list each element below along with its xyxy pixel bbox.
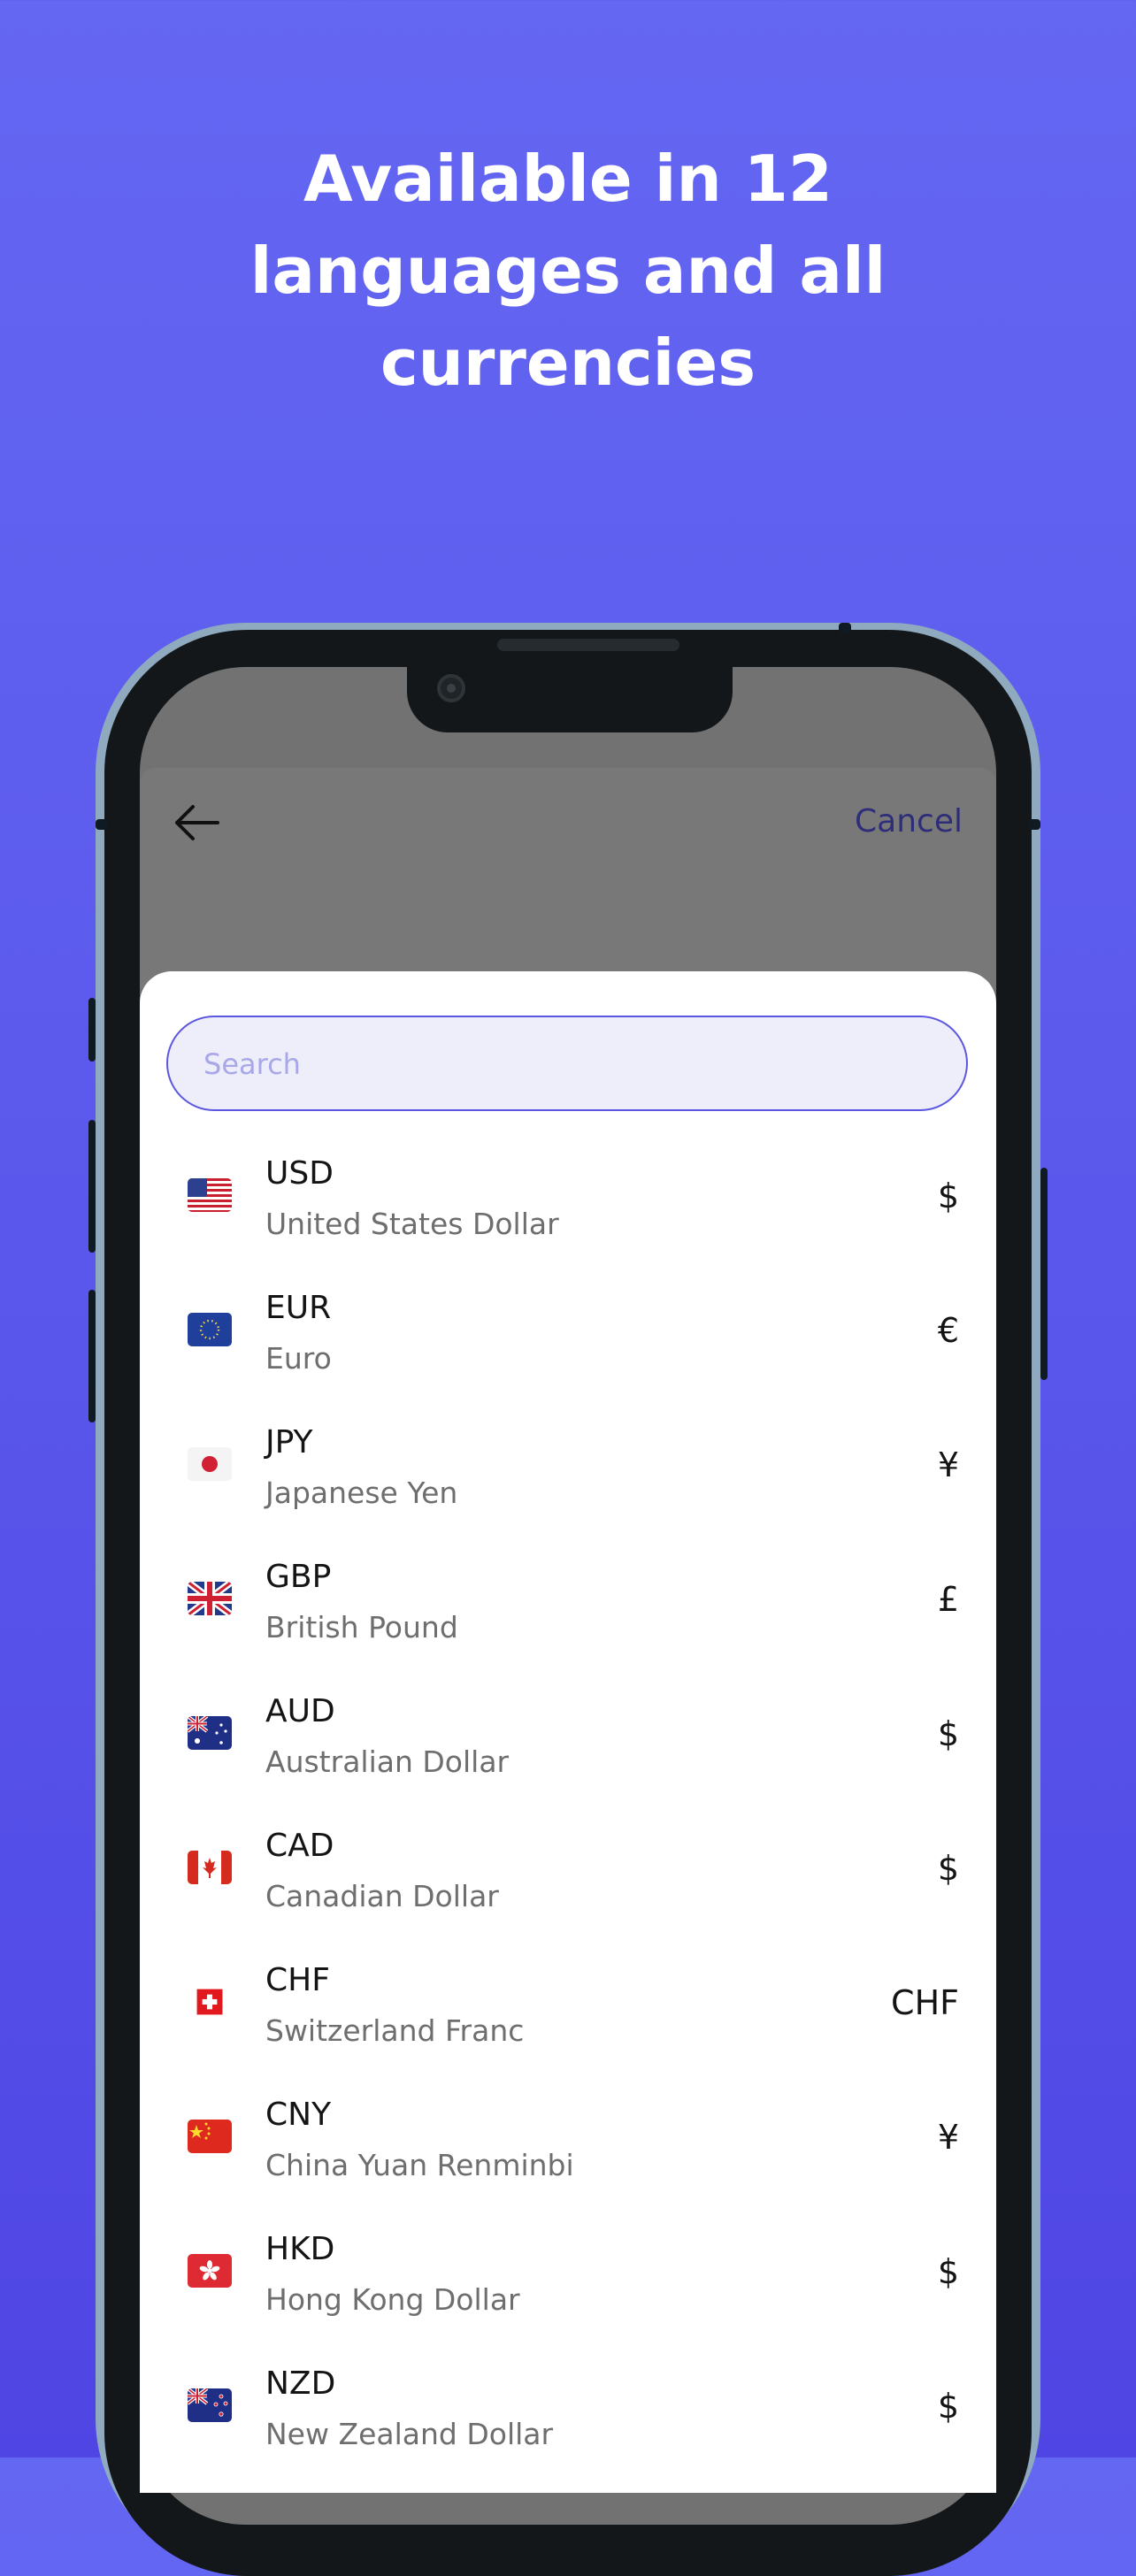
au-flag-icon (188, 1716, 232, 1750)
currency-symbol: $ (937, 2387, 959, 2426)
currency-row-aud[interactable]: AUD Australian Dollar $ (166, 1674, 968, 1808)
modal-header (140, 768, 996, 989)
currency-row-hkd[interactable]: HKD Hong Kong Dollar $ (166, 2212, 968, 2346)
currency-symbol: CHF (891, 1983, 959, 2022)
currency-code: GBP (265, 1559, 332, 1595)
currency-symbol: ¥ (937, 1445, 959, 1484)
currency-name: Switzerland Franc (265, 2013, 525, 2048)
hk-flag-icon (188, 2254, 232, 2288)
currency-symbol: $ (937, 1849, 959, 1888)
currency-code: JPY (265, 1424, 313, 1460)
currency-name: Canadian Dollar (265, 1879, 499, 1913)
currency-name: Japanese Yen (265, 1476, 458, 1510)
gb-flag-icon (188, 1582, 232, 1615)
currency-symbol: ¥ (937, 2118, 959, 2157)
headline: Available in 12 languages and all curren… (0, 133, 1136, 409)
currency-symbol: $ (937, 2252, 959, 2291)
currency-row-cad[interactable]: CAD Canadian Dollar $ (166, 1808, 968, 1943)
side-button-mute (88, 998, 96, 1062)
currency-row-cny[interactable]: CNY China Yuan Renminbi ¥ (166, 2077, 968, 2212)
currency-name: British Pound (265, 1610, 458, 1644)
headline-line-2: languages and all (249, 234, 887, 308)
currency-symbol: $ (937, 1714, 959, 1753)
currency-code: CNY (265, 2097, 332, 2133)
currency-code: EUR (265, 1290, 332, 1326)
currency-code: HKD (265, 2231, 335, 2267)
currency-symbol: £ (937, 1580, 959, 1619)
frame-band-top-left (96, 819, 108, 830)
ca-flag-icon (188, 1851, 232, 1884)
frame-band-top (839, 623, 851, 633)
jp-flag-icon (188, 1447, 232, 1481)
currency-name: China Yuan Renminbi (265, 2148, 574, 2182)
search-field[interactable] (166, 1016, 968, 1111)
currency-list: USD United States Dollar $ EUR Euro € JP… (166, 1136, 968, 2480)
us-flag-icon (188, 1178, 232, 1212)
currency-name: New Zealand Dollar (265, 2417, 554, 2451)
currency-code: AUD (265, 1693, 335, 1729)
eu-flag-icon (188, 1313, 232, 1346)
currency-name: United States Dollar (265, 1207, 559, 1241)
cn-flag-icon (188, 2120, 232, 2153)
currency-row-jpy[interactable]: JPY Japanese Yen ¥ (166, 1405, 968, 1539)
headline-line-3: currencies (380, 326, 756, 400)
currency-name: Euro (265, 1341, 332, 1376)
currency-name: Australian Dollar (265, 1744, 510, 1779)
search-input[interactable] (202, 1017, 931, 1111)
currency-row-usd[interactable]: USD United States Dollar $ (166, 1136, 968, 1270)
nz-flag-icon (188, 2388, 232, 2422)
arrow-left-icon[interactable] (173, 803, 219, 842)
frame-band-top-right (1028, 819, 1040, 830)
cancel-button[interactable]: Cancel (855, 803, 963, 840)
side-button-volume-up (88, 1120, 96, 1253)
currency-row-eur[interactable]: EUR Euro € (166, 1270, 968, 1405)
headline-line-1: Available in 12 (303, 142, 833, 216)
currency-symbol: € (937, 1311, 959, 1350)
side-button-power (1040, 1168, 1048, 1380)
currency-row-gbp[interactable]: GBP British Pound £ (166, 1539, 968, 1674)
ch-flag-icon (193, 1989, 226, 2015)
speaker-grille (497, 639, 679, 651)
currency-name: Hong Kong Dollar (265, 2282, 520, 2317)
currency-code: CAD (265, 1828, 334, 1864)
currency-code: NZD (265, 2365, 336, 2402)
currency-row-nzd[interactable]: NZD New Zealand Dollar $ (166, 2346, 968, 2480)
front-camera (437, 674, 465, 702)
side-button-volume-down (88, 1290, 96, 1422)
currency-code: USD (265, 1155, 334, 1192)
currency-symbol: $ (937, 1177, 959, 1215)
currency-row-chf[interactable]: CHF Switzerland Franc CHF (166, 1943, 968, 2077)
currency-code: CHF (265, 1962, 330, 1998)
